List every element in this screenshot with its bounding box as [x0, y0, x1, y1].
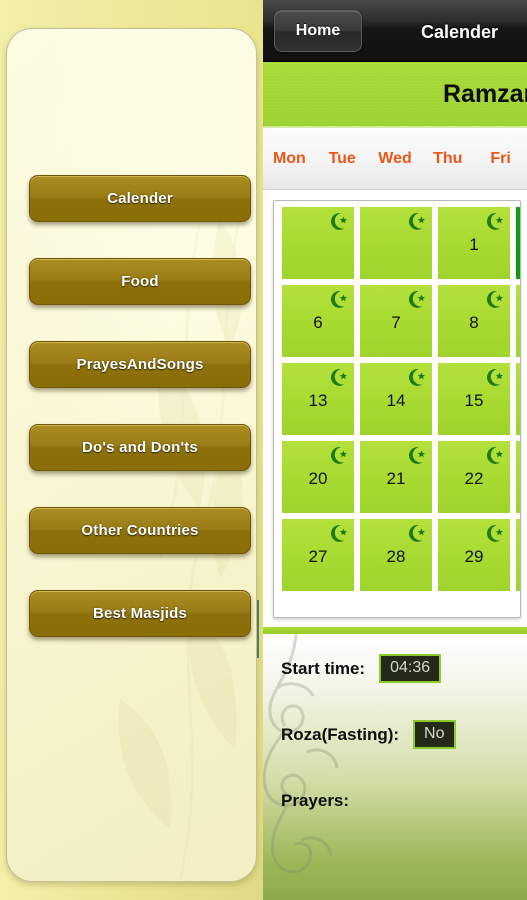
- calendar-day-cell[interactable]: 1: [438, 207, 510, 279]
- menu-button-list: Calender Food PrayesAndSongs Do's and Do…: [29, 175, 251, 637]
- crescent-star-icon: [486, 212, 503, 230]
- crescent-star-icon: [408, 524, 425, 542]
- calendar-day-cell[interactable]: 9: [516, 285, 520, 357]
- calendar-day-number: 21: [386, 469, 406, 488]
- menu-card: Calender Food PrayesAndSongs Do's and Do…: [6, 28, 257, 882]
- day-header-thu: Thu: [433, 149, 463, 167]
- page-title: Calender: [421, 22, 499, 42]
- menu-button-label: PrayesAndSongs: [76, 356, 204, 373]
- calendar-day-number: 15: [464, 391, 484, 410]
- calendar-day-cell[interactable]: 7: [360, 285, 432, 357]
- calendar-day-cell[interactable]: [360, 207, 432, 279]
- start-time-value: 04:36: [379, 654, 442, 683]
- calendar-day-number: 22: [464, 469, 484, 488]
- menu-button-dos-and-donts[interactable]: Do's and Don'ts: [29, 424, 251, 471]
- crescent-star-icon: [486, 524, 503, 542]
- crescent-star-icon: [486, 368, 503, 386]
- prayers-row: Prayers:: [263, 791, 527, 811]
- calendar-day-cell[interactable]: 2: [516, 207, 520, 279]
- calendar-day-number: 1: [469, 235, 479, 254]
- crescent-star-icon: [330, 368, 347, 386]
- calendar-day-cell[interactable]: 23: [516, 441, 520, 513]
- calendar-day-cell[interactable]: 14: [360, 363, 432, 435]
- calendar-grid: 123678910131415161720212223242728293031: [282, 207, 520, 591]
- calendar-day-cell[interactable]: 29: [438, 519, 510, 591]
- calendar-container: 123678910131415161720212223242728293031: [273, 200, 521, 618]
- menu-button-calender[interactable]: Calender: [29, 175, 251, 222]
- calendar-day-cell[interactable]: 30: [516, 519, 520, 591]
- app-root: Calender Food PrayesAndSongs Do's and Do…: [0, 0, 527, 900]
- roza-label: Roza(Fasting):: [281, 724, 400, 744]
- day-header-tue: Tue: [328, 149, 356, 167]
- day-detail-pane: Start time: 04:36 Roza(Fasting): No Pray…: [263, 634, 527, 900]
- calendar-day-number: 29: [464, 547, 484, 566]
- calendar-day-number: 27: [308, 547, 328, 566]
- calendar-day-cell[interactable]: 13: [282, 363, 354, 435]
- roza-value: No: [413, 720, 456, 749]
- month-banner: Ramzan: [263, 62, 527, 128]
- menu-button-label: Food: [121, 273, 159, 290]
- home-button-label: Home: [295, 22, 341, 39]
- menu-button-prayes-and-songs[interactable]: PrayesAndSongs: [29, 341, 251, 388]
- crescent-star-icon: [486, 290, 503, 308]
- crescent-star-icon: [408, 368, 425, 386]
- calendar-day-cell[interactable]: 21: [360, 441, 432, 513]
- prayers-label: Prayers:: [281, 791, 350, 810]
- calendar-day-cell[interactable]: 16: [516, 363, 520, 435]
- menu-button-label: Best Masjids: [92, 605, 188, 622]
- calendar-day-cell[interactable]: [282, 207, 354, 279]
- calendar-day-cell[interactable]: 22: [438, 441, 510, 513]
- calendar-day-cell[interactable]: 20: [282, 441, 354, 513]
- section-divider: [263, 627, 527, 634]
- crescent-star-icon: [330, 290, 347, 308]
- navigation-bar: Home Calender: [263, 0, 527, 62]
- day-header-wed: Wed: [378, 149, 412, 167]
- menu-button-label: Other Countries: [81, 522, 199, 539]
- home-button[interactable]: Home: [274, 10, 362, 52]
- crescent-star-icon: [330, 524, 347, 542]
- calendar-day-number: 28: [386, 547, 406, 566]
- calendar-day-cell[interactable]: 8: [438, 285, 510, 357]
- crescent-star-icon: [408, 212, 425, 230]
- calendar-day-number: 20: [308, 469, 328, 488]
- menu-button-food[interactable]: Food: [29, 258, 251, 305]
- calendar-day-number: 14: [386, 391, 406, 410]
- calendar-panel: Home Calender Ramzan Mon Tue Wed Thu Fri…: [263, 0, 527, 900]
- calendar-day-cell[interactable]: 15: [438, 363, 510, 435]
- crescent-star-icon: [408, 446, 425, 464]
- menu-button-label: Calender: [107, 190, 173, 207]
- start-time-label: Start time:: [281, 658, 366, 678]
- calendar-day-number: 8: [469, 313, 479, 332]
- calendar-day-cell[interactable]: 27: [282, 519, 354, 591]
- roza-row: Roza(Fasting): No: [263, 720, 527, 749]
- calendar-day-cell[interactable]: 28: [360, 519, 432, 591]
- menu-button-best-masjids[interactable]: Best Masjids: [29, 590, 251, 637]
- left-menu-panel: Calender Food PrayesAndSongs Do's and Do…: [0, 0, 263, 900]
- day-of-week-header: Mon Tue Wed Thu Fri: [263, 128, 527, 190]
- day-header-mon: Mon: [272, 149, 306, 167]
- crescent-star-icon: [330, 446, 347, 464]
- menu-button-label: Do's and Don'ts: [82, 439, 198, 456]
- calendar-day-number: 13: [308, 391, 328, 410]
- calendar-day-number: 6: [313, 313, 323, 332]
- month-title: Ramzan: [443, 79, 527, 108]
- calendar-day-number: 7: [391, 313, 401, 332]
- menu-button-other-countries[interactable]: Other Countries: [29, 507, 251, 554]
- start-time-row: Start time: 04:36: [263, 654, 527, 683]
- crescent-star-icon: [486, 446, 503, 464]
- crescent-star-icon: [408, 290, 425, 308]
- day-header-fri: Fri: [490, 149, 511, 167]
- calendar-day-cell[interactable]: 6: [282, 285, 354, 357]
- crescent-star-icon: [330, 212, 347, 230]
